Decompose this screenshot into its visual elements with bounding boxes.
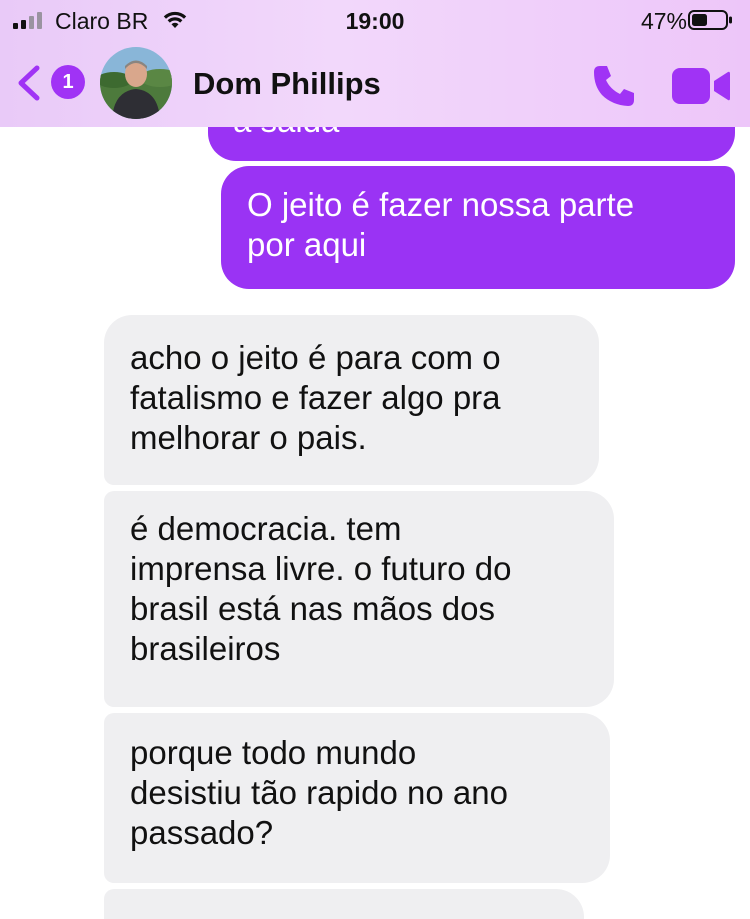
status-bar: Claro BR 19:00 47% [0,0,750,42]
chevron-left-icon [18,65,40,101]
contact-name[interactable]: Dom Phillips [193,66,381,102]
message-bubble-received[interactable]: acho o jeito é para com o fatalismo e fa… [104,315,599,485]
conversation-header: 1 Dom Phillips [0,42,750,127]
message-bubble-received-partial[interactable] [104,889,584,919]
phone-icon[interactable] [590,62,638,110]
clock: 19:00 [345,8,405,34]
back-button[interactable]: 1 [14,62,85,104]
battery-percentage: 47% [640,8,687,34]
message-bubble-received[interactable]: porque todo mundo desistiu tão rapido no… [104,713,610,883]
video-camera-icon[interactable] [672,66,730,106]
avatar[interactable] [100,47,172,119]
unread-count-badge: 1 [51,65,85,99]
message-bubble-sent[interactable]: O jeito é fazer nossa parte por aqui [221,166,735,289]
battery-icon [688,10,732,30]
top-bar: Claro BR 19:00 47% 1 Dom Phillips [0,0,750,127]
message-bubble-received[interactable]: é democracia. tem imprensa livre. o futu… [104,491,614,707]
